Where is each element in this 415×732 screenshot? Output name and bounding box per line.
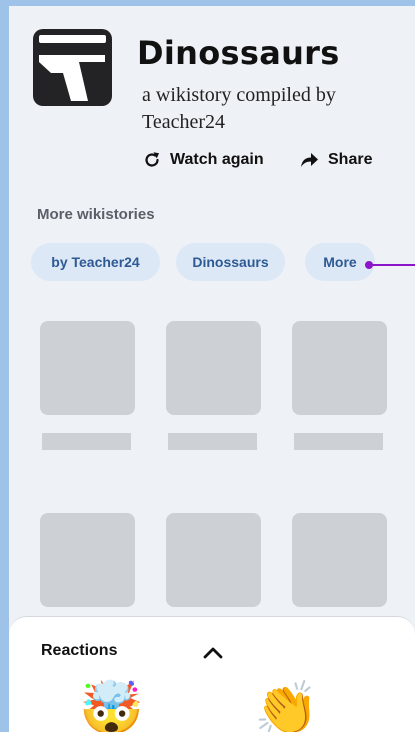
story-thumbnail-placeholder[interactable] (166, 321, 261, 415)
reactions-sheet: Reactions 🤯 👏 (9, 616, 415, 732)
reactions-title: Reactions (41, 642, 118, 659)
chip-label: Dinossaurs (192, 254, 269, 270)
story-thumbnail-placeholder[interactable] (40, 321, 135, 415)
chip-more[interactable]: More (305, 243, 375, 281)
story-thumbnail-placeholder[interactable] (40, 513, 135, 607)
chip-label: More (323, 254, 357, 270)
replay-icon (143, 151, 161, 169)
chip-by-teacher24[interactable]: by Teacher24 (31, 243, 160, 281)
clapping-hands-emoji-icon[interactable]: 👏 (254, 679, 319, 732)
chip-dinossaurs[interactable]: Dinossaurs (176, 243, 285, 281)
chip-label: by Teacher24 (51, 254, 140, 270)
story-title-placeholder (294, 433, 383, 450)
watch-again-button[interactable]: Watch again (143, 151, 264, 169)
story-panel: Dinossaurs a wikistory compiled by Teach… (9, 6, 415, 732)
story-title-placeholder (42, 433, 131, 450)
exploding-head-emoji-icon[interactable]: 🤯 (79, 679, 144, 732)
wikistories-logo-icon (33, 29, 112, 106)
share-label: Share (328, 151, 373, 168)
chevron-up-icon[interactable] (201, 641, 225, 670)
story-title-placeholder (168, 433, 257, 450)
story-subtitle: a wikistory compiled by Teacher24 (142, 84, 336, 133)
story-thumbnail-placeholder[interactable] (292, 321, 387, 415)
annotation-pointer-dot (365, 261, 373, 269)
story-thumbnail-placeholder[interactable] (292, 513, 387, 607)
story-title: Dinossaurs (137, 34, 340, 72)
story-thumbnail-placeholder[interactable] (166, 513, 261, 607)
watch-again-label: Watch again (170, 151, 264, 168)
share-button[interactable]: Share (299, 151, 372, 169)
more-wikistories-label: More wikistories (37, 206, 155, 223)
share-arrow-icon (299, 151, 319, 169)
annotation-pointer-line (370, 264, 415, 266)
